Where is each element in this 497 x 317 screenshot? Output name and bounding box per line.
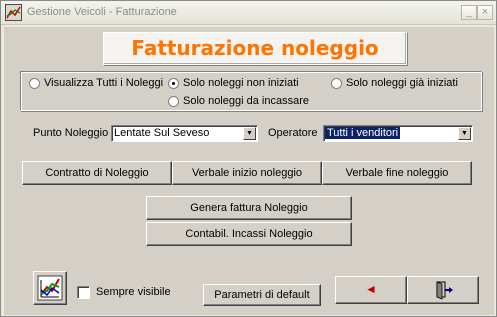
punto-noleggio-value: Lentate Sul Seveso	[114, 127, 210, 139]
operatore-select[interactable]: Tutti i venditori ▼	[323, 125, 473, 142]
page-title: Fatturazione noleggio	[103, 32, 407, 65]
back-arrow-icon: ◄	[365, 282, 377, 296]
verbale-fine-button[interactable]: Verbale fine noleggio	[322, 161, 472, 185]
radio-circle-icon	[29, 77, 40, 89]
radio-circle-icon	[168, 95, 179, 107]
back-button[interactable]: ◄	[335, 276, 407, 304]
radio-label: Solo noleggi già iniziati	[346, 77, 458, 89]
sempre-visibile-checkbox[interactable]	[77, 285, 90, 299]
punto-noleggio-label: Punto Noleggio	[33, 127, 109, 139]
radio-label: Solo noleggi da incassare	[183, 95, 309, 107]
contabil-incassi-button[interactable]: Contabil. Incassi Noleggio	[146, 222, 352, 246]
radio-label: Visualizza Tutti i Noleggi	[44, 77, 164, 89]
radio-visualizza-tutti[interactable]: Visualizza Tutti i Noleggi	[29, 76, 163, 90]
exit-button[interactable]	[407, 276, 479, 304]
radio-label: Solo noleggi non iniziati	[183, 77, 299, 89]
sempre-visibile-label: Sempre visibile	[96, 286, 171, 298]
chevron-down-icon[interactable]: ▼	[458, 127, 471, 140]
chevron-down-icon[interactable]: ▼	[243, 127, 256, 140]
operatore-value: Tutti i venditori	[325, 127, 401, 139]
genera-fattura-button[interactable]: Genera fattura Noleggio	[146, 196, 352, 220]
window-title: Gestione Veicoli - Fatturazione	[27, 6, 177, 18]
radio-gia-iniziati[interactable]: Solo noleggi già iniziati	[331, 76, 458, 90]
title-bar[interactable]: Gestione Veicoli - Fatturazione _ ×	[1, 1, 496, 25]
app-window: Gestione Veicoli - Fatturazione _ × Fatt…	[0, 0, 497, 317]
verbale-inizio-button[interactable]: Verbale inizio noleggio	[172, 161, 322, 185]
punto-noleggio-select[interactable]: Lentate Sul Seveso ▼	[111, 125, 258, 142]
minimize-button[interactable]: _	[461, 5, 477, 20]
filter-radio-group: Visualizza Tutti i Noleggi Solo noleggi …	[20, 71, 482, 111]
radio-non-iniziati[interactable]: Solo noleggi non iniziati	[168, 76, 299, 90]
chart-app-icon[interactable]	[5, 4, 22, 21]
sempre-visibile-option[interactable]: Sempre visibile	[77, 285, 171, 299]
form-body: Fatturazione noleggio Visualizza Tutti i…	[4, 27, 494, 315]
chart-icon	[37, 275, 63, 301]
radio-circle-icon	[331, 77, 342, 89]
operatore-label: Operatore	[268, 127, 318, 139]
parametri-default-button[interactable]: Parametri di default	[203, 284, 321, 306]
contratto-noleggio-button[interactable]: Contratto di Noleggio	[22, 161, 172, 185]
radio-circle-checked-icon	[168, 77, 179, 89]
chart-button[interactable]	[33, 271, 67, 305]
exit-door-icon	[436, 281, 453, 300]
radio-da-incassare[interactable]: Solo noleggi da incassare	[168, 94, 309, 108]
close-button[interactable]: ×	[477, 5, 493, 20]
